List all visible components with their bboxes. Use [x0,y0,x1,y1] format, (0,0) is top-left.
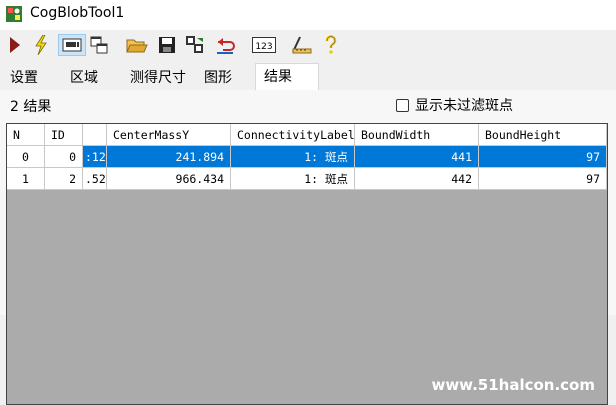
tab-region[interactable]: 区域 [70,66,98,90]
results-panel: 2 结果 显示未过滤斑点 N ID CenterMassY Connectivi… [0,90,616,405]
electric-bolt-icon [35,35,47,55]
column-header-id[interactable]: ID [45,124,83,146]
row-header-1[interactable]: 1 [7,168,45,190]
row-header-0[interactable]: 0 [7,146,45,168]
cell-boundheight-1[interactable]: 97 [479,168,607,190]
cell-id-0[interactable]: 0 [45,146,83,168]
number-display-button[interactable]: 123 [252,34,276,56]
tab-graphics[interactable]: 图形 [204,66,232,90]
show-unfiltered-option[interactable]: 显示未过滤斑点 [396,95,513,115]
column-header-boundwidth[interactable]: BoundWidth [355,124,479,146]
column-header-n[interactable]: N [7,124,45,146]
window-title: CogBlobTool1 [30,5,125,21]
cell-boundheight-0[interactable]: 97 [479,146,607,168]
toolbar: 123 [0,30,616,60]
cell-boundwidth-0[interactable]: 441 [355,146,479,168]
ruler-button[interactable] [290,34,312,56]
cell-label-0[interactable]: 1: 斑点 [231,146,355,168]
image-display-icon [62,38,82,52]
run-button[interactable] [4,34,26,56]
watermark: www.51halcon.com [431,376,595,394]
app-icon [6,6,22,22]
cell-partial-1[interactable]: .52 [83,168,107,190]
floating-window-icon [90,36,108,54]
cell-label-1[interactable]: 1: 斑点 [231,168,355,190]
open-folder-icon [126,39,148,53]
column-header-partial[interactable] [83,124,107,146]
svg-text:123: 123 [255,42,272,52]
tab-strip: 设置 区域 测得尺寸 图形 结果 [0,62,616,91]
open-button[interactable] [126,34,148,56]
help-button[interactable] [320,34,342,56]
save-icon [159,37,175,53]
column-header-centermassy[interactable]: CenterMassY [107,124,231,146]
result-count: 2 结果 [10,99,52,115]
reset-button[interactable] [214,34,236,56]
save-button[interactable] [156,34,178,56]
cell-partial-0[interactable]: :12 [83,146,107,168]
floating-window-button[interactable] [88,34,110,56]
copy-image-button[interactable] [184,34,206,56]
help-icon [325,35,337,54]
number-display-icon: 123 [252,37,276,53]
show-unfiltered-label: 显示未过滤斑点 [415,98,513,114]
run-icon [10,37,20,53]
tab-settings[interactable]: 设置 [10,66,38,90]
electric-run-button[interactable] [30,34,52,56]
cell-id-1[interactable]: 2 [45,168,83,190]
show-unfiltered-checkbox[interactable] [396,98,409,112]
cell-centermassy-0[interactable]: 241.894 [107,146,231,168]
column-header-connectivitylabel[interactable]: ConnectivityLabel [231,124,355,146]
cell-boundwidth-1[interactable]: 442 [355,168,479,190]
tab-results[interactable]: 结果 [255,63,319,90]
image-display-button[interactable] [58,34,86,56]
copy-image-icon [186,36,203,53]
column-header-boundheight[interactable]: BoundHeight [479,124,607,146]
ruler-icon [292,36,312,54]
title-bar: CogBlobTool1 [0,0,616,30]
cell-centermassy-1[interactable]: 966.434 [107,168,231,190]
reset-icon [217,38,235,54]
results-table: N ID CenterMassY ConnectivityLabel Bound… [6,123,608,405]
tab-measurements[interactable]: 测得尺寸 [130,66,186,90]
